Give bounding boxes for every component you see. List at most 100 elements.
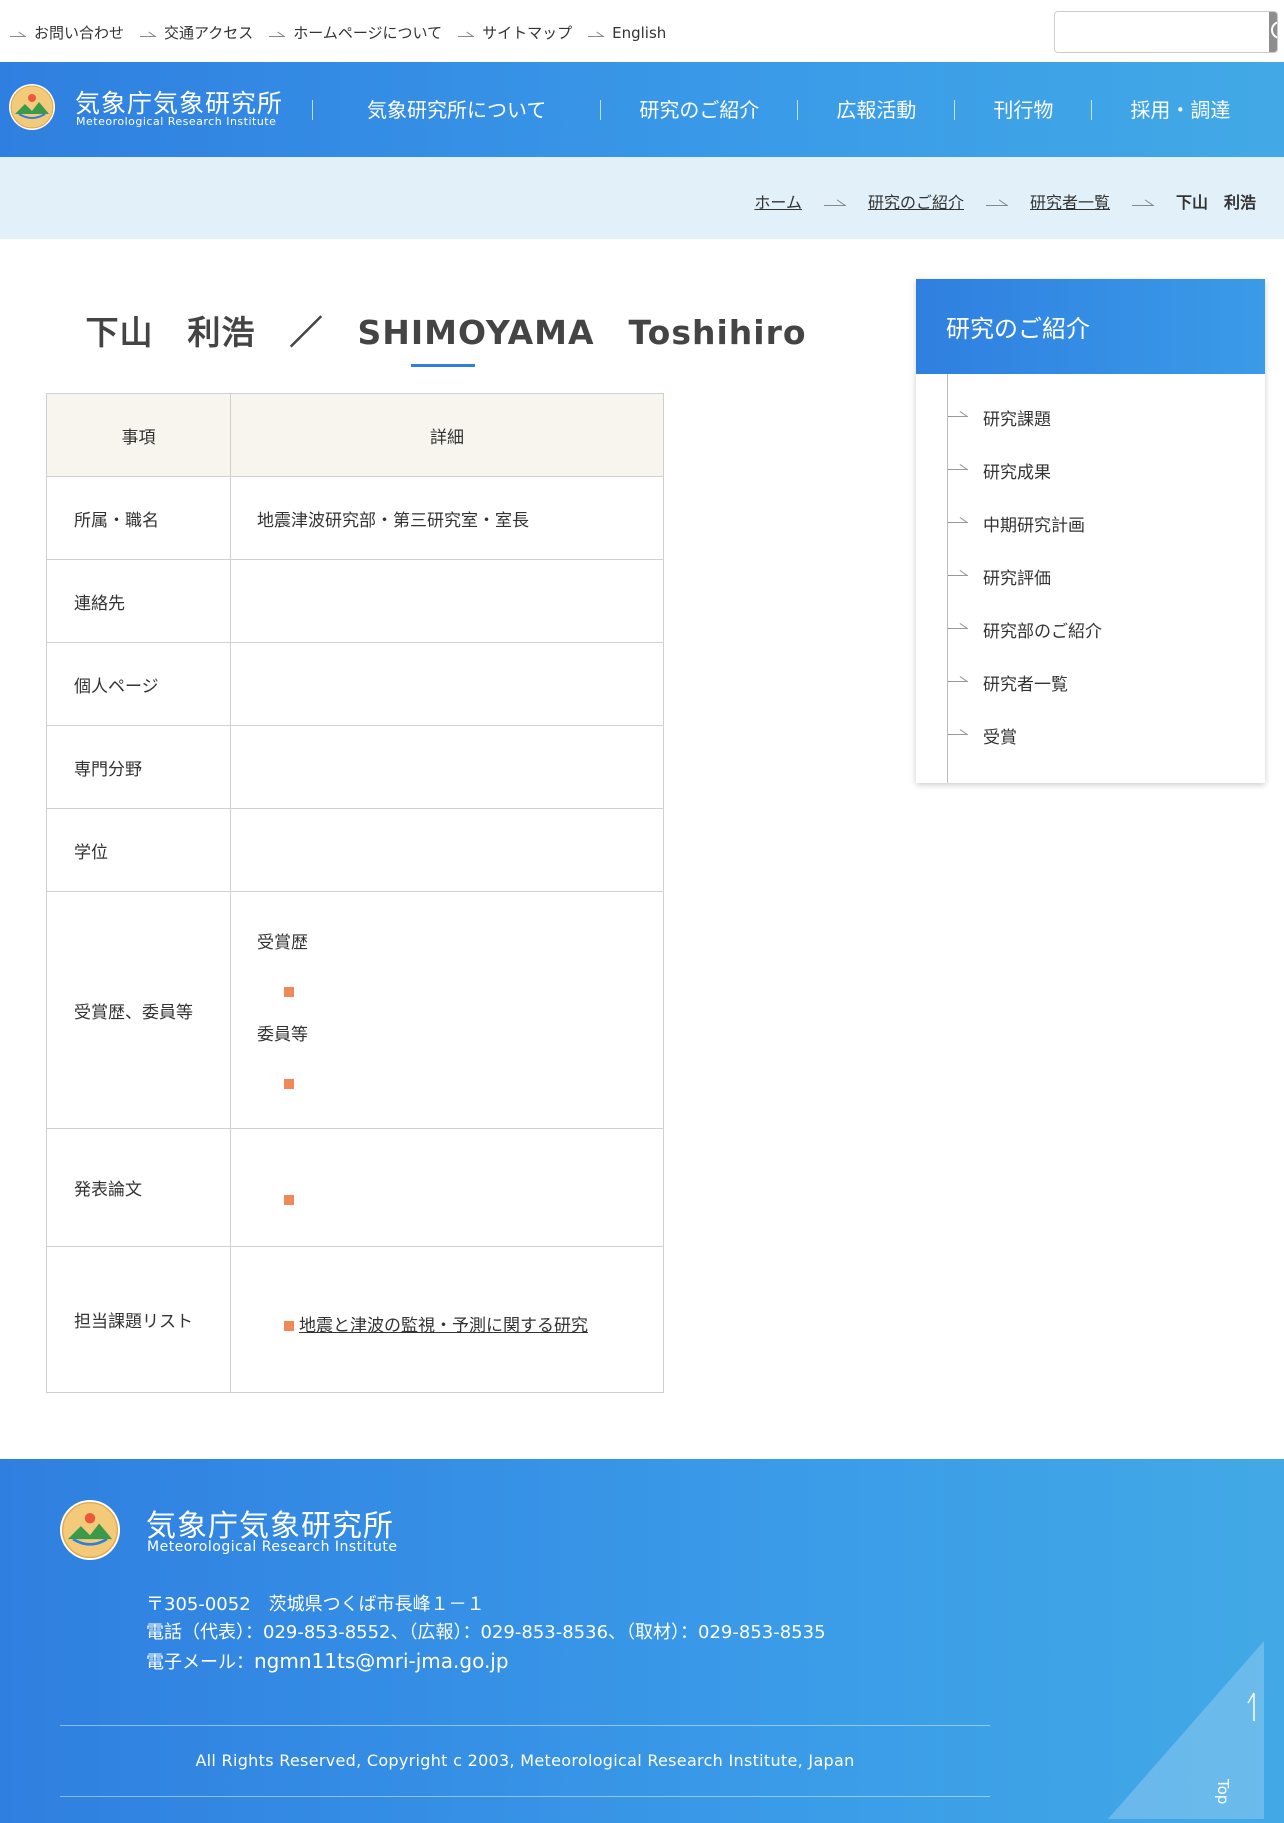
sidebar-item-label: 研究成果 — [983, 463, 1051, 483]
arrow-icon — [948, 672, 968, 682]
footer-divider — [60, 1725, 990, 1726]
table-row: 専門分野 — [46, 725, 664, 809]
sidebar-item-evaluation[interactable]: 研究評価 — [948, 564, 1102, 617]
arrow-icon — [269, 29, 286, 37]
util-link-access[interactable]: 交通アクセス — [140, 22, 253, 43]
row-label: 担当課題リスト — [46, 1246, 231, 1393]
sidebar-item-research-results[interactable]: 研究成果 — [948, 458, 1102, 511]
footer-divider — [60, 1796, 990, 1797]
site-header: 気象庁気象研究所 Meteorological Research Institu… — [0, 62, 1284, 157]
row-label: 学位 — [46, 808, 231, 892]
util-link-label: 交通アクセス — [164, 24, 254, 42]
utility-links: お問い合わせ 交通アクセス ホームページについて サイトマップ English — [10, 22, 682, 43]
breadcrumb-current: 下山 利浩 — [1175, 193, 1256, 212]
search-icon — [1271, 21, 1277, 39]
breadcrumb-research[interactable]: 研究のご紹介 — [868, 189, 964, 213]
sidebar-item-awards[interactable]: 受賞 — [948, 723, 1102, 776]
sidebar-title[interactable]: 研究のご紹介 — [916, 279, 1265, 374]
bullet-icon — [284, 1079, 294, 1089]
awards-list — [257, 982, 662, 1020]
column-header-detail: 詳細 — [230, 393, 664, 477]
sidebar-item-midterm-plan[interactable]: 中期研究計画 — [948, 511, 1102, 564]
sidebar-item-label: 中期研究計画 — [983, 516, 1085, 536]
row-label: 専門分野 — [46, 725, 231, 809]
committee-list — [257, 1074, 662, 1094]
row-label: 連絡先 — [46, 559, 231, 643]
breadcrumb-home[interactable]: ホーム — [754, 189, 802, 213]
bullet-icon — [284, 1194, 294, 1205]
row-label: 受賞歴、委員等 — [46, 891, 231, 1129]
degree-value — [230, 808, 664, 892]
sidebar-item-research-topics[interactable]: 研究課題 — [948, 405, 1102, 458]
task-list-item: 地震と津波の監視・予測に関する研究 — [257, 1303, 662, 1336]
papers-value — [230, 1128, 664, 1247]
footer-brand-en: Meteorological Research Institute — [147, 1539, 398, 1555]
sidebar-item-label: 受賞 — [983, 728, 1017, 748]
footer-phone: 電話（代表）：029-853-8552、（広報）：029-853-8536、（取… — [146, 1622, 826, 1643]
papers-list — [257, 1166, 662, 1210]
search-button[interactable] — [1269, 12, 1277, 52]
task-link[interactable]: 地震と津波の監視・予測に関する研究 — [299, 1316, 588, 1336]
breadcrumb: ホーム 研究のご紹介 研究者一覧 下山 利浩 — [754, 189, 1256, 213]
nav-pr[interactable]: 広報活動 — [797, 99, 954, 120]
committee-heading: 委員等 — [257, 1025, 308, 1045]
util-link-sitemap[interactable]: サイトマップ — [458, 22, 572, 43]
sidebar-item-researchers[interactable]: 研究者一覧 — [948, 670, 1102, 723]
table-header-row: 事項 詳細 — [46, 393, 664, 477]
arrow-icon — [948, 513, 968, 523]
search-box — [1054, 11, 1278, 53]
footer-address-block: 〒305-0052 茨城県つくば市長峰１－１ 電話（代表）：029-853-85… — [146, 1591, 826, 1677]
search-input[interactable] — [1055, 12, 1269, 52]
util-link-contact[interactable]: お問い合わせ — [10, 22, 124, 43]
footer-logo[interactable] — [60, 1500, 120, 1560]
breadcrumb-bar: ホーム 研究のご紹介 研究者一覧 下山 利浩 — [0, 157, 1284, 239]
contact-value — [230, 559, 664, 643]
table-row: 担当課題リスト 地震と津波の監視・予測に関する研究 — [46, 1246, 664, 1393]
arrow-icon — [10, 29, 26, 37]
util-link-english[interactable]: English — [588, 22, 666, 43]
breadcrumb-arrow-icon — [985, 196, 1008, 206]
table-row: 受賞歴、委員等 受賞歴 委員等 — [46, 891, 664, 1129]
table-row: 所属・職名 地震津波研究部・第三研究室・室長 — [46, 476, 664, 560]
utility-bar: お問い合わせ 交通アクセス ホームページについて サイトマップ English — [0, 0, 1284, 62]
nav-publications[interactable]: 刊行物 — [954, 99, 1091, 120]
site-footer: 気象庁気象研究所 Meteorological Research Institu… — [0, 1459, 1284, 1823]
mri-logo[interactable] — [9, 84, 55, 130]
breadcrumb-arrow-icon — [823, 196, 846, 206]
nav-research[interactable]: 研究のご紹介 — [600, 99, 797, 120]
tasks-value: 地震と津波の監視・予測に関する研究 — [230, 1246, 664, 1393]
arrow-icon — [948, 725, 968, 735]
nav-about[interactable]: 気象研究所について — [312, 99, 600, 120]
nav-recruit[interactable]: 採用・調達 — [1091, 99, 1268, 120]
row-label: 発表論文 — [46, 1128, 231, 1247]
breadcrumb-researchers[interactable]: 研究者一覧 — [1030, 189, 1110, 213]
util-link-about-site[interactable]: ホームページについて — [269, 22, 442, 43]
sidebar-item-departments[interactable]: 研究部のご紹介 — [948, 617, 1102, 670]
footer-mail[interactable]: ngmn11ts@mri-jma.go.jp — [254, 1649, 509, 1673]
row-label: 個人ページ — [46, 642, 231, 726]
arrow-icon — [458, 29, 475, 37]
title-underline — [411, 364, 475, 367]
copyright: All Rights Reserved, Copyright c 2003, M… — [195, 1751, 855, 1770]
table-row: 個人ページ — [46, 642, 664, 726]
footer-mail-label: 電子メール： — [146, 1652, 254, 1673]
row-label: 所属・職名 — [46, 476, 231, 560]
mri-emblem-icon — [10, 85, 54, 129]
arrow-icon — [948, 566, 968, 576]
bullet-icon — [284, 1321, 294, 1331]
sidebar-item-label: 研究者一覧 — [983, 675, 1068, 695]
sidebar: 研究のご紹介 研究課題 研究成果 中期研究計画 研究評価 研究部のご紹介 研究者… — [916, 279, 1265, 783]
specialty-value — [230, 725, 664, 809]
util-link-label: サイトマップ — [482, 24, 573, 42]
bullet-icon — [284, 987, 294, 997]
arrow-icon — [140, 29, 157, 37]
back-to-top-button[interactable] — [1108, 1641, 1264, 1819]
back-to-top-label: Top — [1214, 1779, 1232, 1805]
table-row: 学位 — [46, 808, 664, 892]
arrow-icon — [948, 407, 968, 417]
page-title: 下山 利浩 ／ SHIMOYAMA Toshihiro — [85, 313, 807, 352]
profile-table: 事項 詳細 所属・職名 地震津波研究部・第三研究室・室長 連絡先 個人ページ 専… — [46, 393, 664, 1393]
util-link-label: お問い合わせ — [34, 24, 125, 42]
brand-name-en[interactable]: Meteorological Research Institute — [76, 115, 276, 128]
table-row: 連絡先 — [46, 559, 664, 643]
